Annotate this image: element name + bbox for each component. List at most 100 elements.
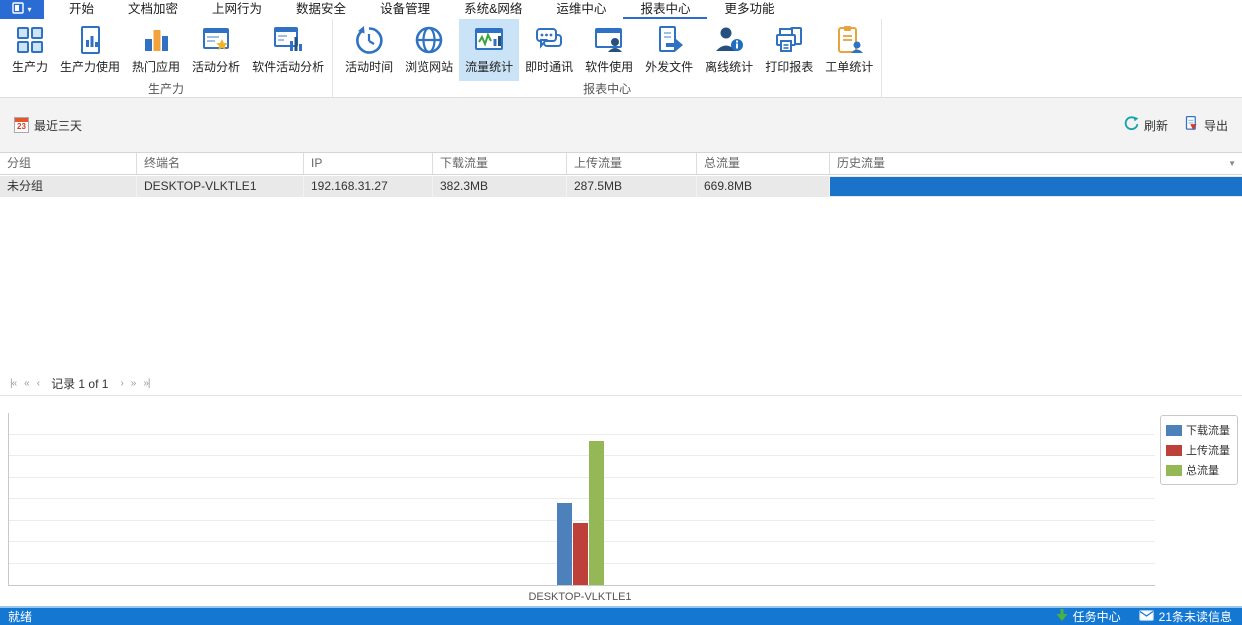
ribbon-button-hot-apps[interactable]: 热门应用 (126, 19, 186, 81)
ribbon-group-productivity: 生产力 生产力使用 热门应用 活动分析 软件活动分析 生产力 (0, 19, 334, 97)
column-header-terminal[interactable]: 终端名 (137, 153, 304, 174)
calendar-icon: 23 (14, 117, 29, 133)
export-button[interactable]: 导出 (1184, 116, 1228, 134)
tab-ops-center[interactable]: 运维中心 (539, 0, 623, 19)
ribbon-button-traffic-statistics[interactable]: 流量统计 (459, 19, 520, 81)
app-window: ▾ 开始 文档加密 上网行为 数据安全 设备管理 系统&网络 运维中心 报表中心… (0, 0, 1242, 625)
traffic-chart-icon (473, 23, 505, 57)
cell-group: 未分组 (0, 176, 137, 197)
date-range-label: 最近三天 (34, 118, 83, 133)
printer-icon (773, 23, 805, 57)
tab-report-center[interactable]: 报表中心 (623, 0, 708, 19)
legend-swatch (1166, 444, 1182, 456)
tab-device-management[interactable]: 设备管理 (363, 0, 447, 19)
file-export-icon (653, 23, 685, 57)
column-header-download[interactable]: 下载流量 (433, 153, 567, 174)
gridline (9, 433, 1155, 435)
filter-bar: 23 最近三天 刷新 导出 (0, 97, 1242, 152)
status-bar: 就绪 任务中心 21条未读信息 (0, 606, 1242, 625)
tab-doc-encryption[interactable]: 文档加密 (111, 0, 195, 19)
column-header-total[interactable]: 总流量 (697, 153, 830, 174)
cell-download: 382.3MB (433, 176, 567, 197)
clipboard-user-icon (833, 23, 865, 57)
cell-terminal: DESKTOP-VLKTLE1 (137, 176, 304, 197)
column-header-upload[interactable]: 上传流量 (567, 153, 697, 174)
chat-icon (533, 23, 565, 57)
fast-next-button[interactable]: » (127, 378, 140, 389)
ribbon-button-ticket-statistics[interactable]: 工单统计 (819, 19, 879, 81)
menu-bar: ▾ 开始 文档加密 上网行为 数据安全 设备管理 系统&网络 运维中心 报表中心… (0, 0, 1242, 19)
ribbon: 生产力 生产力使用 热门应用 活动分析 软件活动分析 生产力 活动时间 浏览网站… (0, 19, 1242, 97)
task-center-button[interactable]: 任务中心 (1056, 608, 1121, 625)
window-chart-icon (272, 23, 304, 57)
record-pager: |« « ‹ 记录 1 of 1 › » »| (0, 372, 1242, 396)
next-page-button[interactable]: › (116, 378, 126, 389)
caret-down-icon: ▾ (27, 5, 32, 14)
legend-item-download: 下载流量 (1166, 422, 1232, 438)
ribbon-button-offline-statistics[interactable]: 离线统计 (699, 19, 759, 81)
cell-upload: 287.5MB (567, 176, 697, 197)
ribbon-button-software-usage[interactable]: 软件使用 (579, 19, 639, 81)
tab-system-network[interactable]: 系统&网络 (447, 0, 539, 19)
app-window-icon (12, 2, 25, 17)
export-icon (1184, 116, 1199, 134)
chart-legend: 下载流量 上传流量 总流量 (1160, 415, 1238, 485)
tab-start[interactable]: 开始 (52, 0, 111, 19)
table-row[interactable]: 未分组 DESKTOP-VLKTLE1 192.168.31.27 382.3M… (0, 176, 1242, 197)
document-star-icon (200, 23, 232, 57)
ribbon-button-productivity-usage[interactable]: 生产力使用 (54, 19, 126, 81)
tab-internet-behavior[interactable]: 上网行为 (195, 0, 279, 19)
column-header-ip[interactable]: IP (304, 153, 433, 174)
document-chart-icon (74, 23, 106, 57)
globe-icon (413, 23, 445, 57)
history-clock-icon (353, 23, 385, 57)
bar-chart-icon (140, 23, 172, 57)
legend-swatch (1166, 424, 1182, 436)
ribbon-button-productivity[interactable]: 生产力 (6, 19, 54, 81)
cell-ip: 192.168.31.27 (304, 176, 433, 197)
ribbon-button-instant-messaging[interactable]: 即时通讯 (519, 19, 579, 81)
status-ready-label: 就绪 (8, 610, 33, 624)
cell-total: 669.8MB (697, 176, 830, 197)
ribbon-group-label-productivity: 生产力 (148, 82, 185, 96)
traffic-bar-chart: DESKTOP-VLKTLE1 下载流量 上传流量 总流量 (0, 397, 1242, 607)
legend-item-upload: 上传流量 (1166, 442, 1232, 458)
ribbon-button-software-activity-analysis[interactable]: 软件活动分析 (246, 19, 330, 81)
fast-prev-button[interactable]: « (20, 378, 33, 389)
chart-category-label: DESKTOP-VLKTLE1 (528, 591, 632, 603)
legend-swatch (1166, 464, 1182, 476)
chart-bar-0 (557, 502, 572, 585)
chart-plot (8, 413, 1155, 586)
tab-data-security[interactable]: 数据安全 (279, 0, 363, 19)
window-user-icon (593, 23, 625, 57)
ribbon-button-activity-analysis[interactable]: 活动分析 (186, 19, 246, 81)
legend-item-total: 总流量 (1166, 462, 1232, 478)
ribbon-button-print-report[interactable]: 打印报表 (759, 19, 819, 81)
download-arrow-icon (1056, 608, 1068, 625)
ribbon-group-label-report-center: 报表中心 (583, 82, 632, 96)
date-range-picker[interactable]: 23 最近三天 (14, 117, 82, 134)
user-info-icon (713, 23, 745, 57)
table-header: 分组 终端名 IP 下载流量 上传流量 总流量 历史流量 ▼ (0, 152, 1242, 175)
ribbon-button-outgoing-files[interactable]: 外发文件 (639, 19, 699, 81)
chart-bar-2 (589, 441, 604, 585)
app-menu-button[interactable]: ▾ (0, 0, 44, 19)
record-count-label: 记录 1 of 1 (51, 377, 109, 391)
bar-group (557, 441, 604, 585)
refresh-button[interactable]: 刷新 (1124, 116, 1168, 134)
grid-icon (14, 23, 46, 57)
prev-page-button[interactable]: ‹ (33, 378, 43, 389)
column-header-history[interactable]: 历史流量 ▼ (830, 153, 1242, 174)
ribbon-button-browse-websites[interactable]: 浏览网站 (399, 19, 459, 81)
unread-messages-button[interactable]: 21条未读信息 (1138, 608, 1232, 625)
cell-history (830, 176, 1242, 197)
last-page-button[interactable]: »| (139, 378, 153, 389)
first-page-button[interactable]: |« (6, 378, 20, 389)
ribbon-group-report-center: 活动时间 浏览网站 流量统计 即时通讯 软件使用 外发文件 离线统计 打印报表 … (333, 19, 883, 97)
column-header-group[interactable]: 分组 (0, 153, 137, 174)
ribbon-button-activity-time[interactable]: 活动时间 (339, 19, 399, 81)
column-menu-dropdown-icon[interactable]: ▼ (1228, 153, 1236, 175)
tab-more-features[interactable]: 更多功能 (707, 0, 791, 19)
chart-bar-1 (573, 523, 588, 585)
history-traffic-bar (830, 177, 1242, 196)
